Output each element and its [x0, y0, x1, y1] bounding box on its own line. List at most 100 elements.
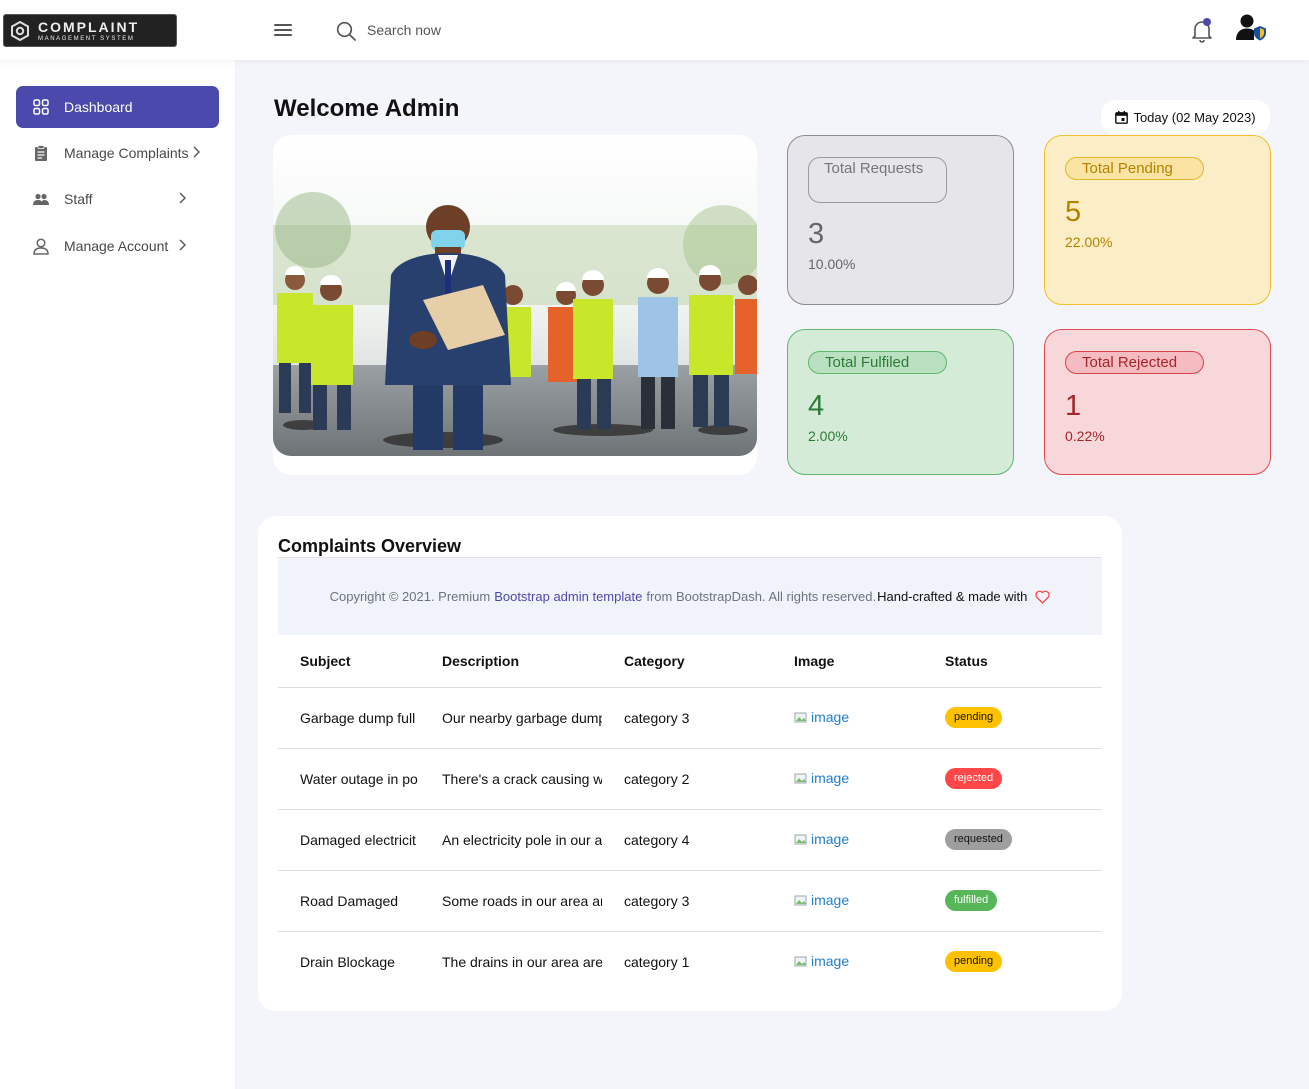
top-navbar: COMPLAINT MANAGEMENT SYSTEM: [0, 0, 1309, 60]
column-header-subject: Subject: [278, 635, 420, 688]
total-rejected-card[interactable]: Total Rejected 1 0.22%: [1044, 329, 1271, 475]
copyright-text: Copyright © 2021. Premium: [329, 589, 491, 604]
rights-text: from BootstrapDash. All rights reserved.: [646, 589, 877, 604]
column-header-description: Description: [420, 635, 602, 688]
team-photo: [273, 135, 757, 456]
table-row[interactable]: Drain Blockage The drains in our area ar…: [278, 931, 1102, 992]
notification-dot: [1203, 18, 1211, 26]
sidebar-item-label: Staff: [64, 191, 93, 207]
stat-label: Total Fulfiled: [808, 351, 947, 374]
search-icon[interactable]: [336, 21, 357, 47]
image-link-text: image: [811, 891, 850, 908]
sidebar-item-manage-complaints[interactable]: Manage Complaints: [16, 132, 219, 174]
logo[interactable]: COMPLAINT MANAGEMENT SYSTEM: [3, 14, 177, 47]
status-badge: pending: [945, 707, 1003, 728]
description-cell: An electricity pole in our a: [420, 809, 602, 871]
sidebar: Dashboard Manage Complaints Staff Manage…: [0, 60, 235, 1089]
broken-image-icon: [794, 893, 810, 907]
category-cell: category 3: [602, 870, 772, 932]
stat-percent: 0.22%: [1065, 428, 1105, 444]
description-cell: Some roads in our area ar: [420, 870, 602, 932]
image-link-text: image: [811, 952, 850, 969]
broken-image-icon: [794, 954, 810, 968]
image-link-text: image: [811, 769, 850, 786]
status-badge: rejected: [945, 768, 1003, 789]
status-badge: requested: [945, 829, 1012, 850]
image-link[interactable]: image: [794, 892, 849, 908]
stat-value: 5: [1065, 196, 1082, 228]
category-cell: category 2: [602, 748, 772, 810]
broken-image-icon: [794, 771, 810, 785]
page-title: Welcome Admin: [274, 95, 460, 122]
hexagon-logo-icon: [10, 20, 30, 41]
table-row[interactable]: Water outage in po There's a crack causi…: [278, 748, 1102, 810]
template-link[interactable]: Bootstrap admin template: [494, 589, 642, 604]
image-link[interactable]: image: [794, 953, 849, 969]
total-fulfilled-card[interactable]: Total Fulfiled 4 2.00%: [787, 329, 1014, 475]
image-link[interactable]: image: [794, 770, 849, 786]
subject-cell: Water outage in po: [278, 748, 420, 810]
sidebar-item-dashboard[interactable]: Dashboard: [16, 86, 219, 128]
sidebar-item-manage-account[interactable]: Manage Account: [16, 225, 219, 267]
stat-value: 1: [1065, 390, 1082, 422]
calendar-icon: [1115, 110, 1129, 124]
chevron-right-icon: [178, 191, 186, 207]
table-row[interactable]: Road Damaged Some roads in our area ar c…: [278, 870, 1102, 932]
sidebar-item-label: Manage Account: [64, 238, 169, 254]
complaints-overview-card: Complaints Overview Copyright © 2021. Pr…: [258, 516, 1122, 1011]
table-header-row: Subject Description Category Image Statu…: [278, 635, 1102, 688]
subject-cell: Garbage dump full: [278, 687, 420, 749]
chevron-right-icon: [178, 238, 186, 254]
column-header-category: Category: [602, 635, 772, 688]
crafted-text: Hand-crafted & made with: [877, 589, 1028, 604]
stat-label: Total Requests: [808, 157, 947, 203]
user-profile-icon[interactable]: [1235, 13, 1267, 46]
status-badge: fulfilled: [945, 890, 998, 911]
table-row[interactable]: Damaged electricit An electricity pole i…: [278, 809, 1102, 871]
logo-title: COMPLAINT: [38, 18, 140, 35]
stat-percent: 2.00%: [808, 428, 848, 444]
stat-percent: 10.00%: [808, 256, 856, 272]
category-cell: category 1: [624, 953, 690, 970]
stat-value: 4: [808, 390, 825, 422]
image-link-text: image: [811, 830, 850, 847]
subject-cell: Drain Blockage: [300, 953, 395, 970]
stat-percent: 22.00%: [1065, 234, 1113, 250]
date-text: Today (02 May 2023): [1133, 109, 1256, 125]
people-icon: [32, 190, 50, 208]
table-row[interactable]: Garbage dump full Our nearby garbage dum…: [278, 687, 1102, 749]
stat-label: Total Rejected: [1065, 351, 1204, 374]
sidebar-item-staff[interactable]: Staff: [16, 178, 219, 220]
category-cell: category 3: [602, 687, 772, 749]
broken-image-icon: [794, 710, 810, 724]
footer: Copyright © 2021. Premium Bootstrap admi…: [278, 558, 1102, 635]
sidebar-item-label: Manage Complaints: [64, 145, 189, 161]
date-badge: Today (02 May 2023): [1101, 100, 1270, 134]
category-cell: category 4: [602, 809, 772, 871]
image-link-text: image: [811, 708, 850, 725]
complaints-table: Subject Description Category Image Statu…: [278, 635, 1102, 992]
image-link[interactable]: image: [794, 709, 849, 725]
description-cell: There's a crack causing w: [420, 748, 602, 810]
chevron-right-icon: [192, 145, 200, 161]
menu-toggle-icon[interactable]: [274, 24, 292, 38]
heart-icon: [1035, 590, 1051, 604]
notification-bell-icon[interactable]: [1190, 18, 1214, 49]
subject-cell: Damaged electricit: [278, 809, 420, 871]
total-pending-card[interactable]: Total Pending 5 22.00%: [1044, 135, 1271, 305]
description-cell: The drains in our area are: [442, 953, 602, 970]
sidebar-item-label: Dashboard: [64, 99, 133, 115]
stat-value: 3: [808, 218, 825, 250]
description-cell: Our nearby garbage dump: [420, 687, 602, 749]
person-icon: [32, 237, 50, 255]
total-requests-card[interactable]: Total Requests 3 10.00%: [787, 135, 1014, 305]
image-link[interactable]: image: [794, 831, 849, 847]
clipboard-icon: [32, 144, 50, 162]
status-badge: pending: [945, 951, 1003, 973]
hero-photo-card: [273, 135, 757, 475]
subject-cell: Road Damaged: [278, 870, 420, 932]
stat-label: Total Pending: [1065, 157, 1204, 180]
broken-image-icon: [794, 832, 810, 846]
column-header-image: Image: [772, 635, 923, 688]
search-input[interactable]: [367, 19, 567, 41]
